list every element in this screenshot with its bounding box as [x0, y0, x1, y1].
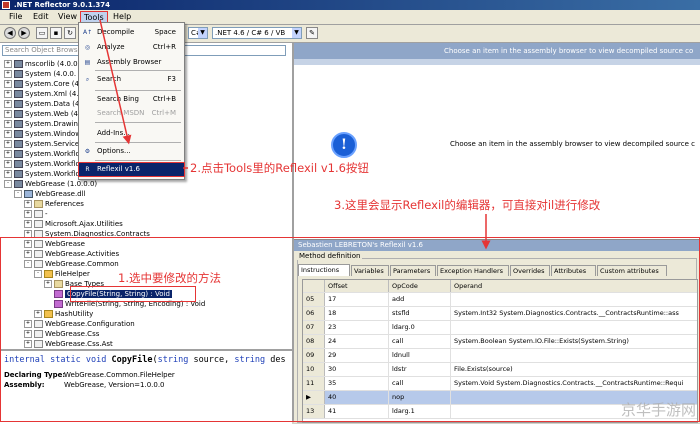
- annotation-step2: 2.点击Tools里的Reflexil v1.6按钮: [190, 161, 369, 175]
- annotation-step1: 1.选中要修改的方法: [118, 271, 221, 285]
- watermark-text: 京华手游网: [620, 401, 696, 419]
- arrow-tools-to-reflexil: [99, 19, 132, 145]
- annotation-step3: 3.这里会显示Reflexil的编辑器，可直接对il进行修改: [334, 198, 601, 212]
